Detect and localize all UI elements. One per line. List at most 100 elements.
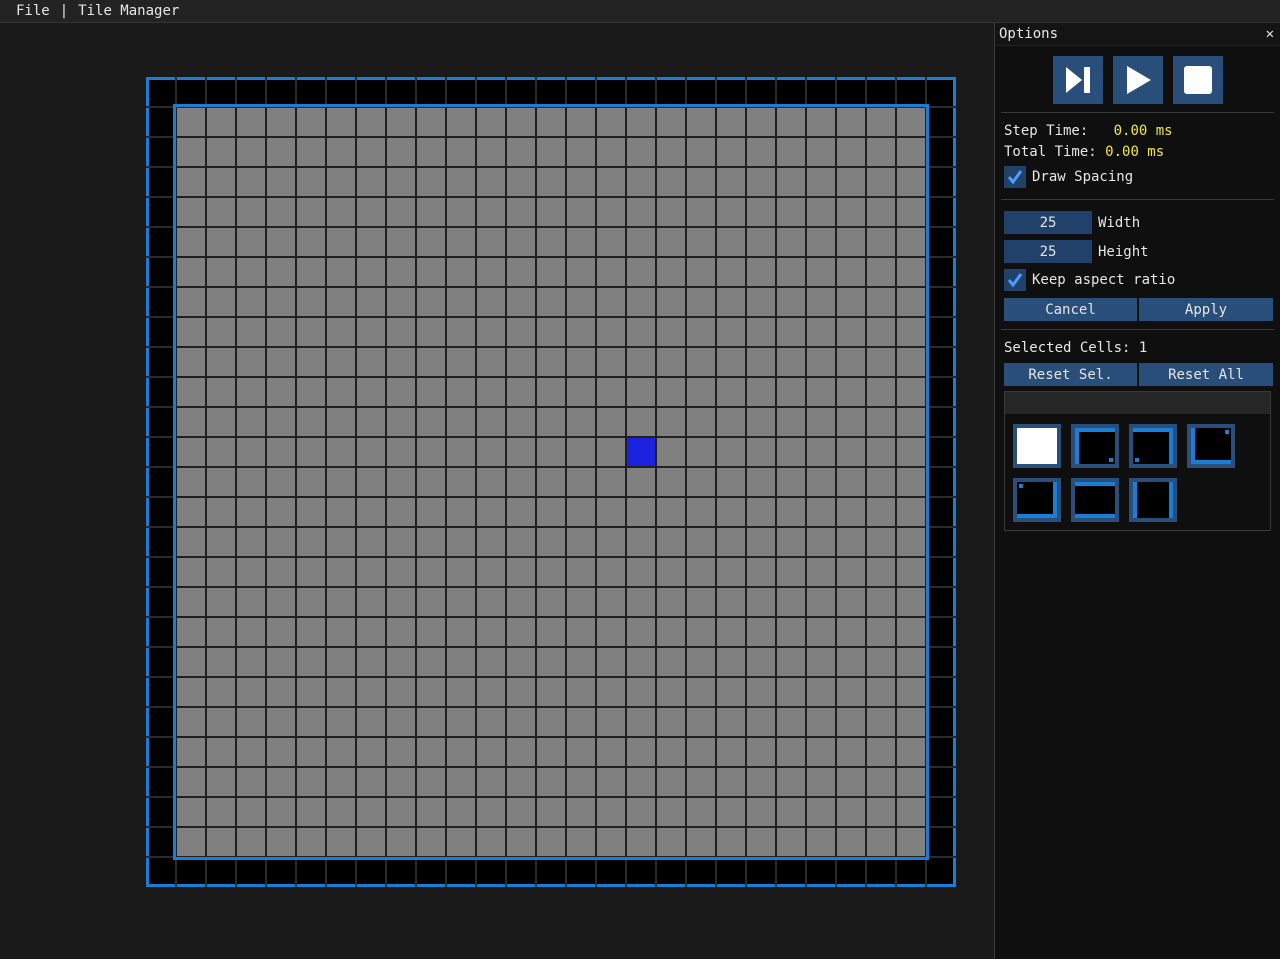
grid-cell[interactable] — [267, 528, 295, 556]
grid-cell[interactable] — [207, 708, 235, 736]
grid-cell[interactable] — [567, 738, 595, 766]
grid-cell[interactable] — [717, 318, 745, 346]
grid-cell[interactable] — [297, 438, 325, 466]
grid-cell[interactable] — [777, 168, 805, 196]
play-button[interactable] — [1112, 56, 1163, 104]
grid-cell[interactable] — [837, 138, 865, 166]
grid-cell[interactable] — [507, 618, 535, 646]
grid-cell[interactable] — [507, 258, 535, 286]
grid-cell[interactable] — [807, 768, 835, 796]
grid-cell[interactable] — [627, 708, 655, 736]
grid-cell[interactable] — [657, 588, 685, 616]
grid-cell[interactable] — [627, 318, 655, 346]
grid-cell[interactable] — [417, 378, 445, 406]
grid-cell[interactable] — [867, 618, 895, 646]
grid-cell[interactable] — [657, 678, 685, 706]
grid-cell[interactable] — [477, 738, 505, 766]
grid-cell[interactable] — [567, 378, 595, 406]
grid-cell[interactable] — [237, 528, 265, 556]
grid-cell[interactable] — [567, 108, 595, 136]
grid-cell[interactable] — [837, 438, 865, 466]
grid-cell[interactable] — [747, 648, 775, 676]
grid-cell[interactable] — [567, 828, 595, 856]
grid-cell[interactable] — [537, 798, 565, 826]
grid-cell[interactable] — [777, 678, 805, 706]
grid-svg[interactable] — [146, 77, 956, 887]
grid-cell[interactable] — [657, 498, 685, 526]
grid-cell[interactable] — [897, 498, 925, 526]
grid-cell[interactable] — [897, 798, 925, 826]
grid-cell[interactable] — [687, 648, 715, 676]
grid-cell[interactable] — [297, 408, 325, 436]
grid-cell[interactable] — [537, 708, 565, 736]
grid-cell[interactable] — [507, 408, 535, 436]
grid-cell[interactable] — [207, 468, 235, 496]
grid-cell[interactable] — [687, 828, 715, 856]
grid-cell[interactable] — [237, 138, 265, 166]
grid-cell[interactable] — [207, 588, 235, 616]
grid-cell[interactable] — [567, 408, 595, 436]
grid-cell[interactable] — [897, 138, 925, 166]
grid-cell[interactable] — [267, 168, 295, 196]
grid-cell[interactable] — [327, 318, 355, 346]
selected-cell[interactable] — [627, 438, 655, 466]
grid-cell[interactable] — [237, 168, 265, 196]
grid-cell[interactable] — [687, 618, 715, 646]
grid-cell[interactable] — [627, 498, 655, 526]
grid-cell[interactable] — [477, 408, 505, 436]
grid-cell[interactable] — [387, 828, 415, 856]
grid-cell[interactable] — [807, 408, 835, 436]
grid-cell[interactable] — [597, 768, 625, 796]
grid-cell[interactable] — [897, 288, 925, 316]
grid-cell[interactable] — [267, 378, 295, 406]
grid-cell[interactable] — [897, 618, 925, 646]
grid-cell[interactable] — [357, 678, 385, 706]
grid-cell[interactable] — [357, 258, 385, 286]
grid-cell[interactable] — [867, 438, 895, 466]
grid-cell[interactable] — [897, 558, 925, 586]
grid-cell[interactable] — [507, 288, 535, 316]
draw-spacing-checkbox[interactable] — [1004, 166, 1026, 188]
grid-cell[interactable] — [387, 288, 415, 316]
grid-cell[interactable] — [477, 108, 505, 136]
grid-cell[interactable] — [777, 198, 805, 226]
grid-cell[interactable] — [267, 258, 295, 286]
grid-cell[interactable] — [327, 588, 355, 616]
grid-cell[interactable] — [807, 108, 835, 136]
grid-cell[interactable] — [567, 708, 595, 736]
grid-cell[interactable] — [267, 228, 295, 256]
stop-button[interactable] — [1172, 56, 1223, 104]
grid-cell[interactable] — [837, 648, 865, 676]
grid-cell[interactable] — [897, 198, 925, 226]
grid-cell[interactable] — [477, 168, 505, 196]
grid-cell[interactable] — [477, 258, 505, 286]
grid-cell[interactable] — [867, 228, 895, 256]
grid-cell[interactable] — [777, 528, 805, 556]
grid-cell[interactable] — [837, 378, 865, 406]
grid-cell[interactable] — [687, 228, 715, 256]
grid-cell[interactable] — [837, 198, 865, 226]
grid-cell[interactable] — [807, 528, 835, 556]
grid-cell[interactable] — [237, 708, 265, 736]
grid-cell[interactable] — [717, 108, 745, 136]
grid-cell[interactable] — [747, 798, 775, 826]
grid-cell[interactable] — [267, 318, 295, 346]
grid-cell[interactable] — [387, 738, 415, 766]
grid-cell[interactable] — [357, 468, 385, 496]
grid-cell[interactable] — [807, 438, 835, 466]
grid-cell[interactable] — [627, 588, 655, 616]
grid-cell[interactable] — [747, 288, 775, 316]
grid-cell[interactable] — [807, 618, 835, 646]
grid-cell[interactable] — [207, 678, 235, 706]
grid-cell[interactable] — [597, 828, 625, 856]
grid-cell[interactable] — [807, 318, 835, 346]
grid-cell[interactable] — [507, 768, 535, 796]
grid-cell[interactable] — [537, 588, 565, 616]
grid-cell[interactable] — [447, 588, 475, 616]
grid-cell[interactable] — [417, 798, 445, 826]
grid-cell[interactable] — [747, 738, 775, 766]
grid-cell[interactable] — [507, 108, 535, 136]
grid-cell[interactable] — [297, 228, 325, 256]
grid-cell[interactable] — [387, 408, 415, 436]
grid-cell[interactable] — [567, 228, 595, 256]
